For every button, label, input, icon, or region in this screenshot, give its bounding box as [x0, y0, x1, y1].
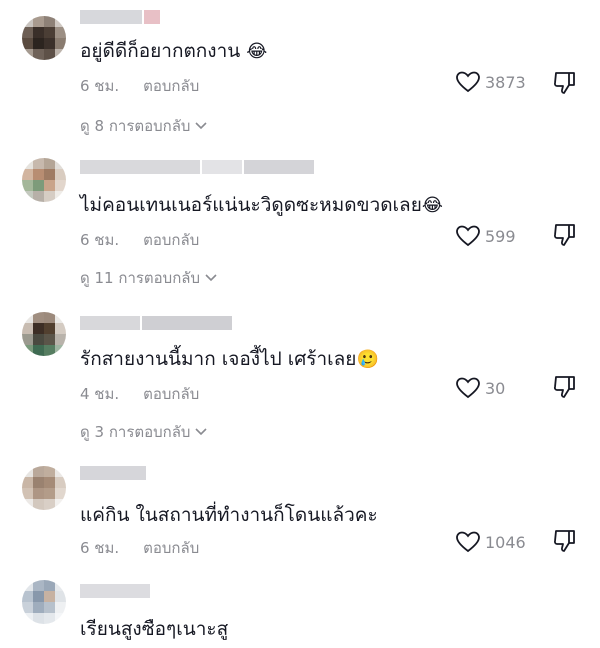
- avatar[interactable]: [22, 466, 66, 510]
- comment-text: แค่กิน ในสถานที่ทำงานก็โดนแล้วคะ: [80, 504, 378, 526]
- like-button[interactable]: 3873: [455, 70, 526, 94]
- thumbs-down-outline-icon[interactable]: [552, 528, 578, 554]
- comment-meta: 6 ชม. ตอบกลับ: [80, 536, 199, 560]
- avatar[interactable]: [22, 580, 66, 624]
- reply-button[interactable]: ตอบกลับ: [143, 539, 199, 557]
- chevron-down-icon: [205, 274, 217, 282]
- comment-meta: 6 ชม. ตอบกลับ: [80, 74, 199, 98]
- username-blurred[interactable]: [80, 466, 146, 480]
- heart-outline-icon: [456, 71, 480, 93]
- comment-time: 4 ชม.: [80, 385, 120, 403]
- thumbs-down-outline-icon[interactable]: [552, 222, 578, 248]
- thumbs-down-outline-icon[interactable]: [552, 374, 578, 400]
- heart-outline-icon: [456, 531, 480, 553]
- comment-text: ไม่คอนเทนเนอร์แน่นะวิดูดซะหมดขวดเลย😂: [80, 194, 443, 216]
- like-count: 599: [485, 226, 516, 246]
- username-blurred[interactable]: [80, 160, 314, 174]
- reply-button[interactable]: ตอบกลับ: [143, 231, 199, 249]
- comment-time: 6 ชม.: [80, 231, 120, 249]
- reply-button[interactable]: ตอบกลับ: [143, 77, 199, 95]
- username-blurred[interactable]: [80, 316, 232, 330]
- reply-button[interactable]: ตอบกลับ: [143, 385, 199, 403]
- like-count: 30: [485, 378, 506, 398]
- comment-meta: 6 ชม. ตอบกลับ: [80, 228, 199, 252]
- view-replies-button[interactable]: ดู 11 การตอบกลับ: [80, 266, 218, 290]
- like-count: 3873: [485, 72, 526, 92]
- comment-text: อยู่ดีดีก็อยากตกงาน 😂: [80, 40, 268, 62]
- username-blurred[interactable]: [80, 584, 150, 598]
- view-replies-button[interactable]: ดู 3 การตอบกลับ: [80, 420, 208, 444]
- like-button[interactable]: 30: [455, 376, 505, 400]
- view-replies-button[interactable]: ดู 8 การตอบกลับ: [80, 114, 208, 138]
- laughing-emoji: 😂: [246, 41, 268, 62]
- heart-outline-icon: [456, 377, 480, 399]
- chevron-down-icon: [195, 428, 208, 436]
- smiling-tear-emoji: 🥲: [356, 349, 379, 370]
- comment-time: 6 ชม.: [80, 539, 120, 557]
- comment-text: เรียนสูงซือๆเนาะสู: [80, 618, 229, 640]
- heart-outline-icon: [456, 225, 480, 247]
- comment-meta: 4 ชม. ตอบกลับ: [80, 382, 199, 406]
- comment-time: 6 ชม.: [80, 77, 120, 95]
- avatar[interactable]: [22, 16, 66, 60]
- comment-text: รักสายงานนี้มาก เจองี้ไป เศร้าเลย🥲: [80, 348, 379, 370]
- avatar[interactable]: [22, 158, 66, 202]
- username-blurred[interactable]: [80, 10, 160, 24]
- avatar[interactable]: [22, 312, 66, 356]
- laughing-emoji: 😂: [421, 195, 443, 216]
- like-button[interactable]: 599: [455, 224, 516, 248]
- thumbs-down-outline-icon[interactable]: [552, 70, 578, 96]
- chevron-down-icon: [195, 122, 208, 130]
- like-button[interactable]: 1046: [455, 530, 526, 554]
- like-count: 1046: [485, 532, 526, 552]
